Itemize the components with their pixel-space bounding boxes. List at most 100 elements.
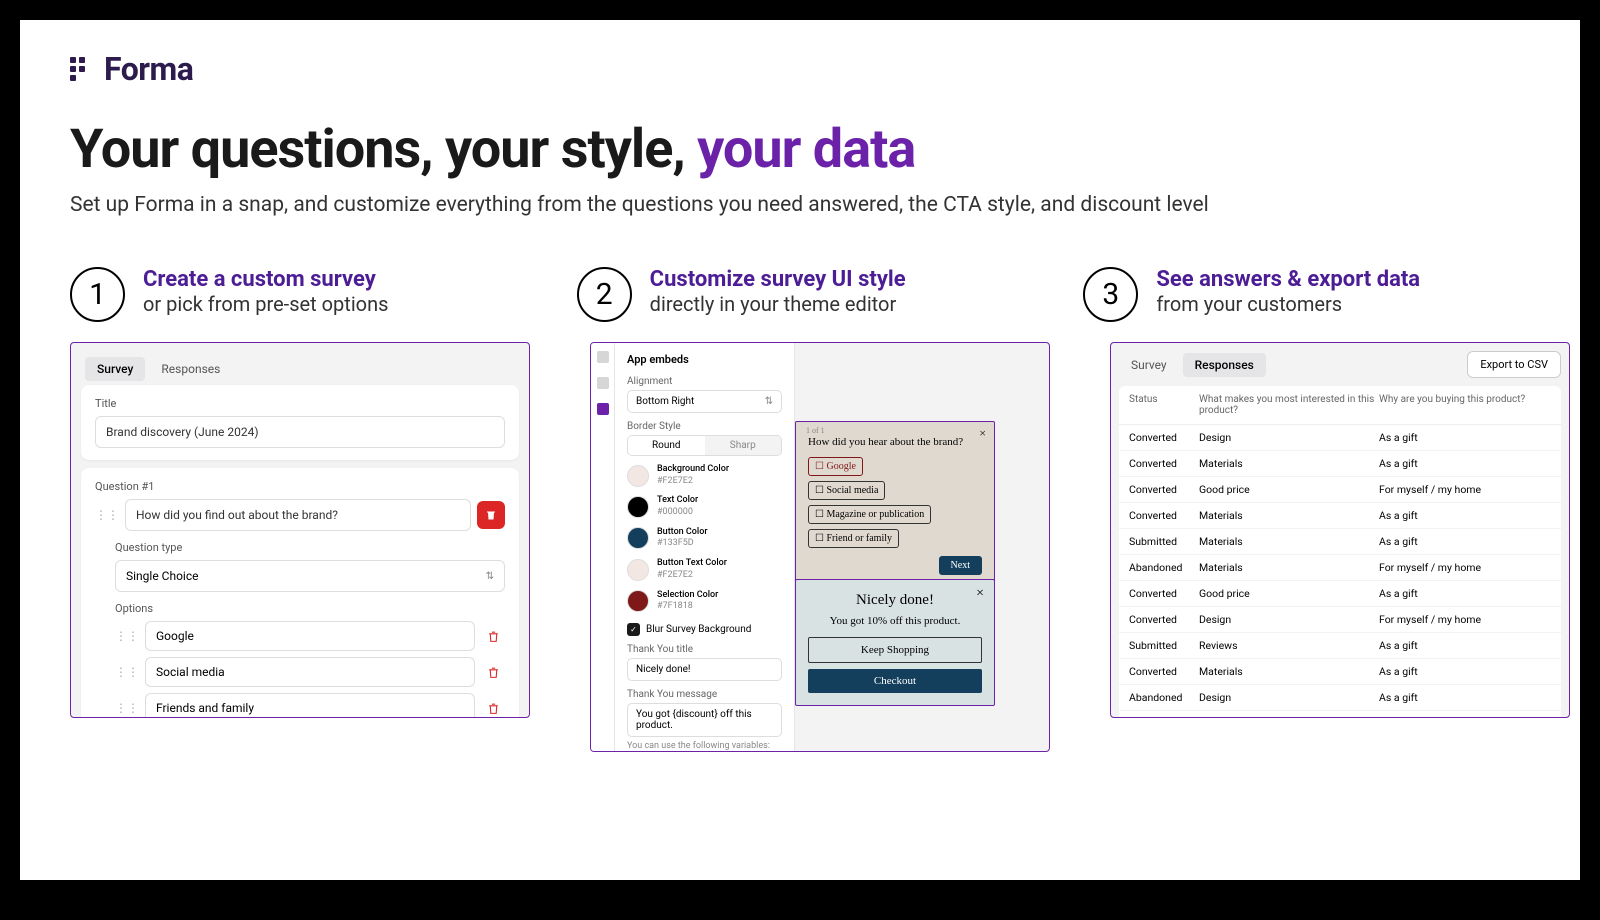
table-row: Submitted Materials As a gift: [1119, 529, 1561, 555]
close-icon[interactable]: ×: [979, 426, 986, 441]
tab-responses[interactable]: Responses: [149, 357, 232, 381]
color-swatch[interactable]: [627, 527, 649, 549]
cell-answer1: Materials: [1199, 457, 1379, 470]
table-row: Converted Design For myself / my home: [1119, 607, 1561, 633]
question-label: Question #1: [95, 480, 505, 493]
logo-icon: [70, 57, 94, 81]
preview-question: How did you hear about the brand?: [808, 436, 982, 448]
sidebar-icon-selected[interactable]: [597, 403, 609, 415]
keep-shopping-button[interactable]: Keep Shopping: [808, 637, 982, 663]
cell-status: Converted: [1129, 457, 1199, 470]
border-sharp[interactable]: Sharp: [705, 436, 782, 455]
cell-answer1: Materials: [1199, 561, 1379, 574]
style-editor-panel: App embeds Alignment Bottom Right⇅ Borde…: [590, 342, 1050, 752]
title-input[interactable]: Brand discovery (June 2024): [95, 416, 505, 448]
trash-icon: [487, 630, 500, 643]
option-row: ⋮⋮ Social media: [115, 657, 505, 687]
color-name: Background Color: [657, 464, 729, 476]
delete-question-button[interactable]: [477, 501, 505, 529]
table-row: Converted Design As a gift: [1119, 425, 1561, 451]
ty-title-input[interactable]: Nicely done!: [627, 658, 782, 681]
tab-survey[interactable]: Survey: [1119, 353, 1179, 377]
ty-title: Nicely done!: [808, 592, 982, 609]
col-q1: What makes you most interested in this p…: [1199, 394, 1379, 416]
drag-handle-icon[interactable]: ⋮⋮: [95, 508, 119, 522]
cell-status: Abandoned: [1129, 561, 1199, 574]
blur-checkbox[interactable]: ✓: [627, 623, 640, 636]
color-swatch[interactable]: [627, 465, 649, 487]
checkout-button[interactable]: Checkout: [808, 669, 982, 693]
border-label: Border Style: [627, 421, 782, 432]
logo-text: Forma: [104, 50, 193, 88]
table-header: Status What makes you most interested in…: [1119, 386, 1561, 425]
cell-answer2: As a gift: [1379, 457, 1551, 470]
preview-option[interactable]: ☐ Google: [808, 457, 863, 476]
option-input[interactable]: Social media: [145, 657, 475, 687]
color-hex: #7F1818: [657, 601, 718, 613]
delete-option-button[interactable]: [481, 696, 505, 718]
sidebar-icon[interactable]: [597, 377, 609, 389]
color-name: Text Color: [657, 495, 698, 507]
theme-sidebar: [591, 343, 615, 751]
option-input[interactable]: Google: [145, 621, 475, 651]
step-title: Create a custom survey: [143, 267, 388, 292]
border-toggle[interactable]: Round Sharp: [627, 435, 782, 456]
color-row[interactable]: Text Color#000000: [627, 495, 782, 518]
color-row[interactable]: Background Color#F2E7E2: [627, 464, 782, 487]
cell-answer1: Design: [1199, 691, 1379, 704]
trash-icon: [487, 666, 500, 679]
tab-survey[interactable]: Survey: [85, 357, 145, 381]
step-title: Customize survey UI style: [650, 267, 906, 292]
sidebar-icon[interactable]: [597, 351, 609, 363]
drag-handle-icon[interactable]: ⋮⋮: [115, 665, 139, 679]
option-input[interactable]: Friends and family: [145, 693, 475, 718]
alignment-select[interactable]: Bottom Right⇅: [627, 390, 782, 413]
color-swatch[interactable]: [627, 559, 649, 581]
question-input[interactable]: How did you find out about the brand?: [125, 499, 471, 531]
delete-option-button[interactable]: [481, 624, 505, 648]
delete-option-button[interactable]: [481, 660, 505, 684]
color-swatch[interactable]: [627, 590, 649, 612]
col-status: Status: [1129, 394, 1199, 416]
preview-option[interactable]: ☐ Magazine or publication: [808, 505, 931, 524]
cell-answer2: For myself / my home: [1379, 483, 1551, 496]
table-row: Converted Good price As a gift: [1119, 581, 1561, 607]
embeds-heading: App embeds: [627, 353, 782, 366]
survey-editor-panel: Survey Responses Title Brand discovery (…: [70, 342, 530, 718]
cell-answer1: Materials: [1199, 717, 1379, 718]
tabs: Survey Responses: [81, 353, 519, 385]
table-row: Abandoned Design As a gift: [1119, 685, 1561, 711]
color-name: Button Color: [657, 527, 708, 539]
cell-answer2: As a gift: [1379, 587, 1551, 600]
color-swatch[interactable]: [627, 496, 649, 518]
qtype-select[interactable]: Single Choice ⇅: [115, 560, 505, 592]
preview-option[interactable]: ☐ Friend or family: [808, 529, 899, 548]
subheadline: Set up Forma in a snap, and customize ev…: [70, 193, 1530, 217]
tab-responses[interactable]: Responses: [1183, 353, 1266, 377]
color-row[interactable]: Selection Color#7F1818: [627, 590, 782, 613]
color-row[interactable]: Button Text Color#F2E7E2: [627, 558, 782, 581]
table-row: Submitted Reviews As a gift: [1119, 633, 1561, 659]
color-row[interactable]: Button Color#133F5D: [627, 527, 782, 550]
drag-handle-icon[interactable]: ⋮⋮: [115, 701, 139, 715]
border-round[interactable]: Round: [628, 436, 705, 455]
headline: Your questions, your style, your data: [70, 118, 1530, 181]
cell-answer1: Design: [1199, 613, 1379, 626]
preview-option[interactable]: ☐ Social media: [808, 481, 885, 500]
step-number: 1: [70, 267, 125, 322]
ty-msg-input[interactable]: You got {discount} off this product.: [627, 703, 782, 737]
cell-answer1: Good price: [1199, 483, 1379, 496]
progress-tag: 1 of 1: [806, 426, 825, 435]
color-hex: #F2E7E2: [657, 476, 729, 488]
table-row: Converted Materials As a gift: [1119, 451, 1561, 477]
drag-handle-icon[interactable]: ⋮⋮: [115, 629, 139, 643]
options-label: Options: [115, 602, 505, 615]
next-button[interactable]: Next: [939, 556, 982, 575]
export-csv-button[interactable]: Export to CSV: [1467, 351, 1561, 378]
cell-answer2: As a gift: [1379, 431, 1551, 444]
step-2: 2 Customize survey UI style directly in …: [577, 267, 1024, 322]
option-row: ⋮⋮ Google: [115, 621, 505, 651]
title-label: Title: [95, 397, 505, 410]
close-icon[interactable]: ×: [976, 586, 984, 602]
step-subtitle: from your customers: [1156, 292, 1420, 316]
